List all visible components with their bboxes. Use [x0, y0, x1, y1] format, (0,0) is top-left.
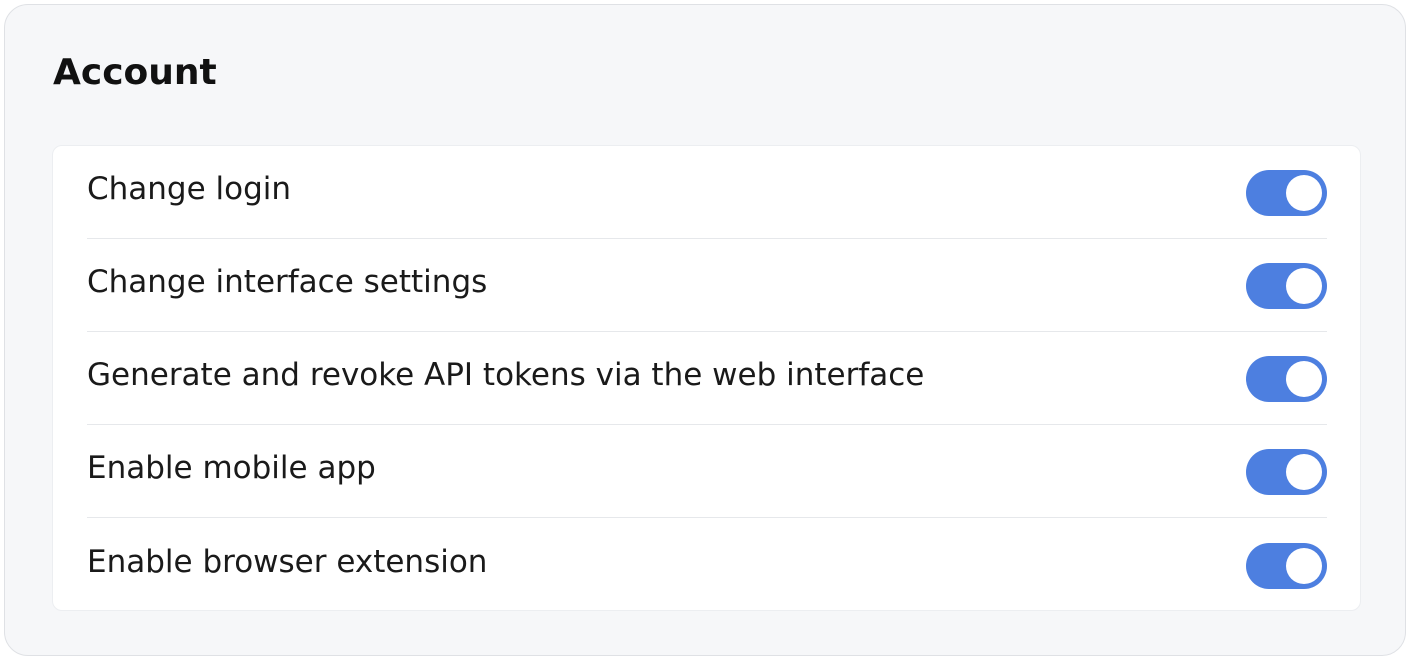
setting-label: Enable mobile app — [87, 450, 376, 486]
toggle-knob — [1286, 547, 1322, 584]
settings-list: Change login Change interface settings G… — [52, 145, 1361, 611]
mobile-app-toggle[interactable] — [1246, 449, 1327, 495]
setting-row-browser-extension: Enable browser extension — [87, 518, 1327, 611]
account-settings-panel: Account Change login Change interface se… — [4, 4, 1406, 656]
toggle-knob — [1286, 175, 1322, 211]
change-interface-settings-toggle[interactable] — [1246, 263, 1327, 309]
setting-label: Enable browser extension — [87, 543, 488, 580]
setting-label: Change interface settings — [87, 264, 488, 300]
setting-row-mobile-app: Enable mobile app — [87, 425, 1327, 518]
setting-row-api-tokens: Generate and revoke API tokens via the w… — [87, 332, 1327, 425]
toggle-knob — [1286, 454, 1322, 490]
browser-extension-toggle[interactable] — [1246, 542, 1327, 589]
setting-row-change-interface-settings: Change interface settings — [87, 239, 1327, 332]
toggle-knob — [1286, 361, 1322, 397]
change-login-toggle[interactable] — [1246, 170, 1327, 216]
toggle-knob — [1286, 268, 1322, 304]
setting-label: Change login — [87, 171, 292, 207]
section-title: Account — [53, 52, 217, 93]
setting-label: Generate and revoke API tokens via the w… — [87, 357, 925, 393]
api-tokens-toggle[interactable] — [1246, 356, 1327, 402]
setting-row-change-login: Change login — [87, 146, 1327, 239]
